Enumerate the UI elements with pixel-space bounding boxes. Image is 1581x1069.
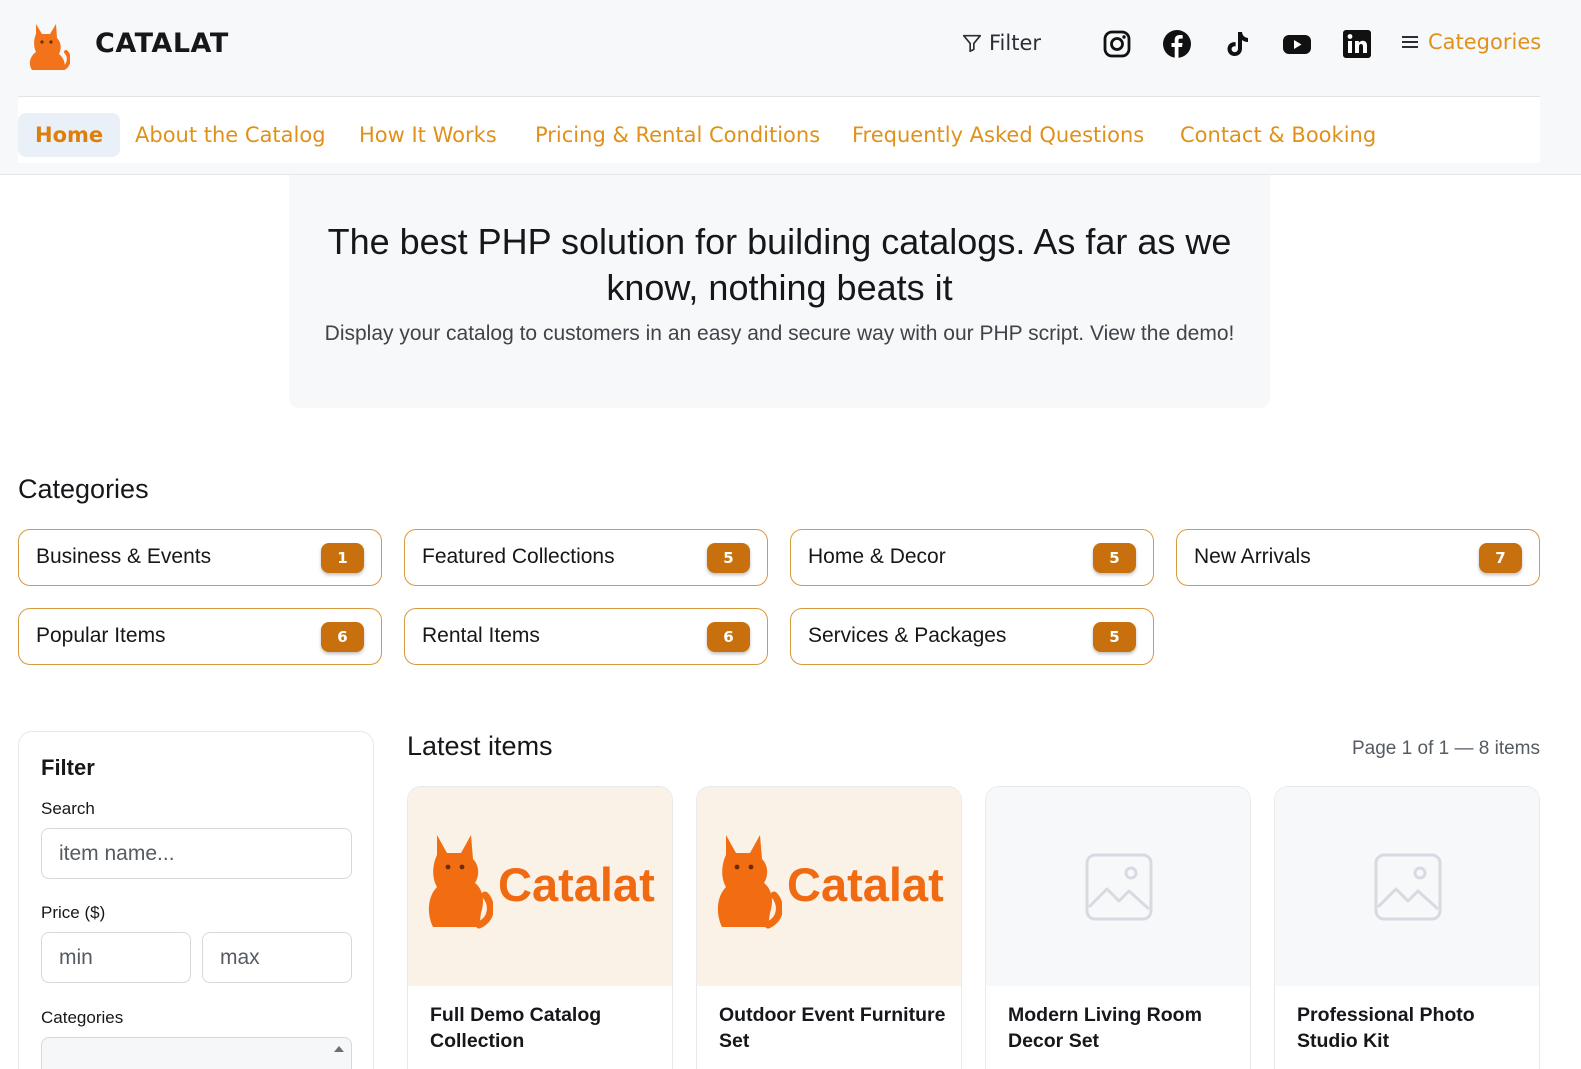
item-card[interactable]: Catalat Full Demo Catalog Collection [407,786,673,1069]
main-navigation: Home About the Catalog How It Works Pric… [18,97,1540,163]
categories-select[interactable] [41,1037,352,1069]
item-name[interactable]: Modern Living Room Decor Set [1008,1002,1238,1054]
hero-banner: The best PHP solution for building catal… [289,175,1270,408]
search-label: Search [41,799,95,818]
category-label: Rental Items [422,624,540,647]
category-count-badge: 6 [707,622,750,652]
hero-subtitle: Display your catalog to customers in an … [324,322,1235,345]
item-image-brand-text: Catalat [498,858,655,911]
category-card-services-packages[interactable]: Services & Packages 5 [790,608,1154,665]
scroll-up-arrow-icon[interactable] [333,1044,345,1054]
image-placeholder-icon [1085,853,1153,921]
filter-panel: Filter Search Price ($) Categories [18,731,374,1069]
category-label: Featured Collections [422,545,615,568]
category-count-badge: 5 [1093,543,1136,573]
category-count-badge: 6 [321,622,364,652]
item-image [1275,787,1539,986]
filter-icon [962,34,982,53]
category-count-badge: 1 [321,543,364,573]
cat-logo-icon [717,835,782,929]
nav-item-pricing[interactable]: Pricing & Rental Conditions [535,113,820,157]
category-label: Popular Items [36,624,166,647]
nav-item-home[interactable]: Home [18,113,121,157]
filter-panel-title: Filter [41,755,95,780]
pagination-info: Page 1 of 1 — 8 items [1352,738,1540,759]
category-card-popular-items[interactable]: Popular Items 6 [18,608,382,665]
categories-filter-label: Categories [41,1008,124,1027]
price-label: Price ($) [41,903,106,922]
item-name[interactable]: Full Demo Catalog Collection [430,1002,660,1054]
nav-item-faq[interactable]: Frequently Asked Questions [852,113,1144,157]
nav-item-about[interactable]: About the Catalog [135,113,326,157]
header-categories-link[interactable]: Categories [1400,30,1541,54]
linkedin-icon[interactable] [1342,29,1372,59]
image-placeholder-icon [1374,853,1442,921]
header-filter-link[interactable]: Filter [961,31,1041,55]
item-image: Catalat [697,787,961,986]
category-label: New Arrivals [1194,545,1311,568]
youtube-icon[interactable] [1282,29,1312,59]
site-header: CATALAT Filter Categories Home About the… [0,0,1581,175]
category-label: Services & Packages [808,624,1007,647]
cat-logo-icon[interactable] [26,18,70,74]
item-name[interactable]: Outdoor Event Furniture Set [719,1002,949,1054]
facebook-icon[interactable] [1162,29,1192,59]
category-count-badge: 7 [1479,543,1522,573]
category-card-rental-items[interactable]: Rental Items 6 [404,608,768,665]
item-card[interactable]: Catalat Outdoor Event Furniture Set [696,786,962,1069]
category-count-badge: 5 [1093,622,1136,652]
cat-logo-icon [428,835,493,929]
price-min-input[interactable] [41,932,191,983]
nav-item-contact[interactable]: Contact & Booking [1180,113,1376,157]
item-card[interactable]: Professional Photo Studio Kit [1274,786,1540,1069]
item-card[interactable]: Modern Living Room Decor Set [985,786,1251,1069]
instagram-icon[interactable] [1102,29,1132,59]
category-label: Business & Events [36,545,212,568]
hero-title: The best PHP solution for building catal… [327,221,1232,308]
category-card-new-arrivals[interactable]: New Arrivals 7 [1176,529,1540,586]
search-input[interactable] [41,828,352,879]
item-image: Catalat [408,787,672,986]
category-card-home-decor[interactable]: Home & Decor 5 [790,529,1154,586]
nav-item-how-it-works[interactable]: How It Works [359,113,497,157]
categories-link-label: Categories [1428,30,1542,54]
category-label: Home & Decor [808,545,946,568]
item-image [986,787,1250,986]
tiktok-icon[interactable] [1222,29,1252,59]
category-card-business-events[interactable]: Business & Events 1 [18,529,382,586]
categories-heading: Categories [18,474,149,504]
filter-link-label: Filter [989,31,1042,55]
item-name[interactable]: Professional Photo Studio Kit [1297,1002,1527,1054]
hamburger-menu-icon [1402,36,1418,48]
brand-name[interactable]: CATALAT [95,28,229,59]
category-card-featured-collections[interactable]: Featured Collections 5 [404,529,768,586]
category-count-badge: 5 [707,543,750,573]
item-image-brand-text: Catalat [787,858,944,911]
price-max-input[interactable] [202,932,352,983]
latest-items-heading: Latest items [407,731,553,761]
